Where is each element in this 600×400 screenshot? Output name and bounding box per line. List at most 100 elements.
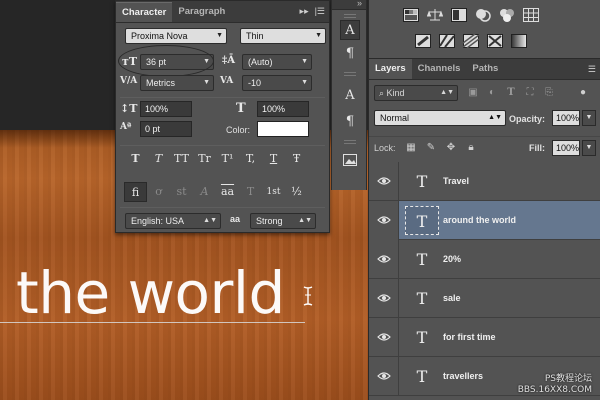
vertical-scale-field[interactable]: 100% [140, 101, 192, 117]
horizontal-scale-field[interactable]: 100% [257, 101, 309, 117]
filter-adjustment-icon[interactable]: ◐ [486, 87, 498, 99]
chevron-down-icon: ▼ [301, 58, 308, 65]
opacity-dropdown-button[interactable]: ▼ [582, 110, 596, 126]
lock-all-icon[interactable]: 🔒︎ [465, 142, 477, 154]
visibility-toggle[interactable] [369, 357, 399, 396]
tracking-select[interactable]: -10 ▼ [242, 75, 312, 91]
grip-handle[interactable] [344, 140, 356, 144]
lock-position-icon[interactable]: ✥ [445, 142, 457, 154]
grip-handle[interactable] [344, 14, 356, 18]
tab-channels[interactable]: Channels [412, 59, 467, 79]
filter-kind-value: Kind [386, 88, 405, 98]
small-caps-button[interactable]: Tr [193, 149, 216, 169]
layer-name[interactable]: around the world [443, 215, 516, 225]
invert-icon[interactable] [415, 34, 431, 48]
selective-color-icon[interactable] [511, 34, 527, 48]
faux-bold-button[interactable]: T [124, 149, 147, 169]
subscript-button[interactable]: T, [239, 149, 262, 169]
threshold-icon[interactable] [463, 34, 479, 48]
posterize-icon[interactable] [439, 34, 455, 48]
visibility-toggle[interactable] [369, 162, 399, 201]
brightness-icon[interactable] [403, 8, 419, 22]
type-layer-thumbnail-icon: T [416, 289, 428, 308]
old-style-button[interactable]: ơ [147, 182, 170, 202]
layer-name[interactable]: sale [443, 293, 461, 303]
visibility-toggle[interactable] [369, 279, 399, 318]
titling-alternates-button[interactable]: T [239, 182, 262, 202]
language-select[interactable]: English: USA ▲▼ [125, 213, 221, 229]
type-layer-thumbnail-icon: T [416, 367, 428, 386]
collapse-panel-icon[interactable]: ▸▸ [300, 6, 309, 17]
kerning-select[interactable]: Metrics ▼ [140, 75, 214, 91]
fill-field[interactable]: 100% [552, 140, 580, 156]
all-caps-button[interactable]: TT [170, 149, 193, 169]
opacity-field[interactable]: 100% [552, 110, 580, 126]
tab-layers[interactable]: Layers [369, 59, 412, 79]
layer-name[interactable]: 20% [443, 254, 461, 264]
visibility-toggle[interactable] [369, 240, 399, 279]
opentype-buttons: fi ơ st A aa T 1st ½ [124, 182, 308, 202]
lock-transparency-icon[interactable]: ▦ [405, 142, 417, 154]
panel-menu-icon[interactable]: |☰ [315, 6, 325, 17]
gradient-map-icon[interactable] [487, 34, 503, 48]
lock-image-icon[interactable]: ✎ [425, 142, 437, 154]
paragraph-styles-button[interactable]: ¶ [340, 112, 360, 132]
strip-header[interactable] [332, 0, 366, 10]
tab-character[interactable]: Character [116, 2, 173, 22]
fractions-button[interactable]: ½ [285, 182, 308, 202]
antialias-select[interactable]: Strong ▲▼ [250, 213, 316, 229]
layer-name[interactable]: Travel [443, 176, 469, 186]
visibility-toggle[interactable] [369, 201, 399, 240]
eye-icon [377, 372, 391, 380]
visibility-toggle[interactable] [369, 318, 399, 357]
tab-paragraph[interactable]: Paragraph [172, 2, 231, 22]
layer-row[interactable]: T Travel [369, 162, 600, 201]
layer-name[interactable]: for first time [443, 332, 496, 342]
ordinals-button[interactable]: 1st [262, 182, 285, 202]
ligatures-button[interactable]: fi [124, 182, 147, 202]
filter-toggle-icon[interactable]: ● [577, 87, 589, 99]
image-panel-icon[interactable] [340, 150, 360, 170]
layer-row[interactable]: T for first time [369, 318, 600, 357]
layer-filter-row: ⌕ Kind ▲▼ ▣ ◐ T ⛶ ⎘ ● [369, 82, 600, 104]
character-panel-button[interactable]: A [340, 20, 360, 40]
filter-type-icon[interactable]: T [505, 87, 517, 99]
layer-row[interactable]: T sale [369, 279, 600, 318]
eye-icon [377, 333, 391, 341]
levels-icon[interactable] [427, 8, 443, 22]
text-color-swatch[interactable] [257, 121, 309, 137]
filter-shape-icon[interactable]: ⛶ [524, 87, 536, 99]
paragraph-panel-button[interactable]: ¶ [340, 44, 360, 64]
layer-name[interactable]: travellers [443, 371, 483, 381]
color-balance-icon[interactable] [499, 8, 515, 22]
panel-menu-icon[interactable]: ☰ [588, 64, 596, 75]
leading-field[interactable]: (Auto) ▼ [242, 54, 312, 70]
character-styles-button[interactable]: A [340, 86, 360, 106]
filter-kind-select[interactable]: ⌕ Kind ▲▼ [374, 85, 458, 101]
layer-row[interactable]: T 20% [369, 240, 600, 279]
discretionary-ligatures-button[interactable]: st [170, 182, 193, 202]
font-family-select[interactable]: Proxima Nova ▼ [125, 28, 227, 44]
curves-icon[interactable] [451, 8, 467, 22]
font-style-select[interactable]: Thin ▼ [240, 28, 326, 44]
stylistic-alternates-button[interactable]: aa [216, 182, 239, 202]
underline-button[interactable]: T [262, 149, 285, 169]
baseline-shift-field[interactable]: 0 pt [140, 121, 192, 137]
layer-row-selected[interactable]: T around the world [369, 201, 600, 240]
strikethrough-button[interactable]: Ŧ [285, 149, 308, 169]
blend-mode-select[interactable]: Normal ▲▼ [374, 110, 506, 126]
hue-saturation-icon[interactable] [475, 8, 491, 22]
fill-dropdown-button[interactable]: ▼ [582, 140, 596, 156]
canvas-text-layer[interactable]: the world [16, 264, 285, 322]
right-panel-column: Layers Channels Paths ☰ ⌕ Kind ▲▼ ▣ ◐ T … [368, 0, 600, 400]
superscript-button[interactable]: T¹ [216, 149, 239, 169]
opacity-label: Opacity: [509, 114, 546, 124]
swash-button[interactable]: A [193, 182, 216, 202]
filter-smart-object-icon[interactable]: ⎘ [543, 87, 555, 99]
grid-icon[interactable] [523, 8, 539, 22]
tab-paths[interactable]: Paths [466, 59, 504, 79]
filter-pixel-icon[interactable]: ▣ [467, 87, 479, 99]
eye-icon [377, 216, 391, 224]
grip-handle[interactable] [344, 72, 356, 76]
faux-italic-button[interactable]: T [147, 149, 170, 169]
